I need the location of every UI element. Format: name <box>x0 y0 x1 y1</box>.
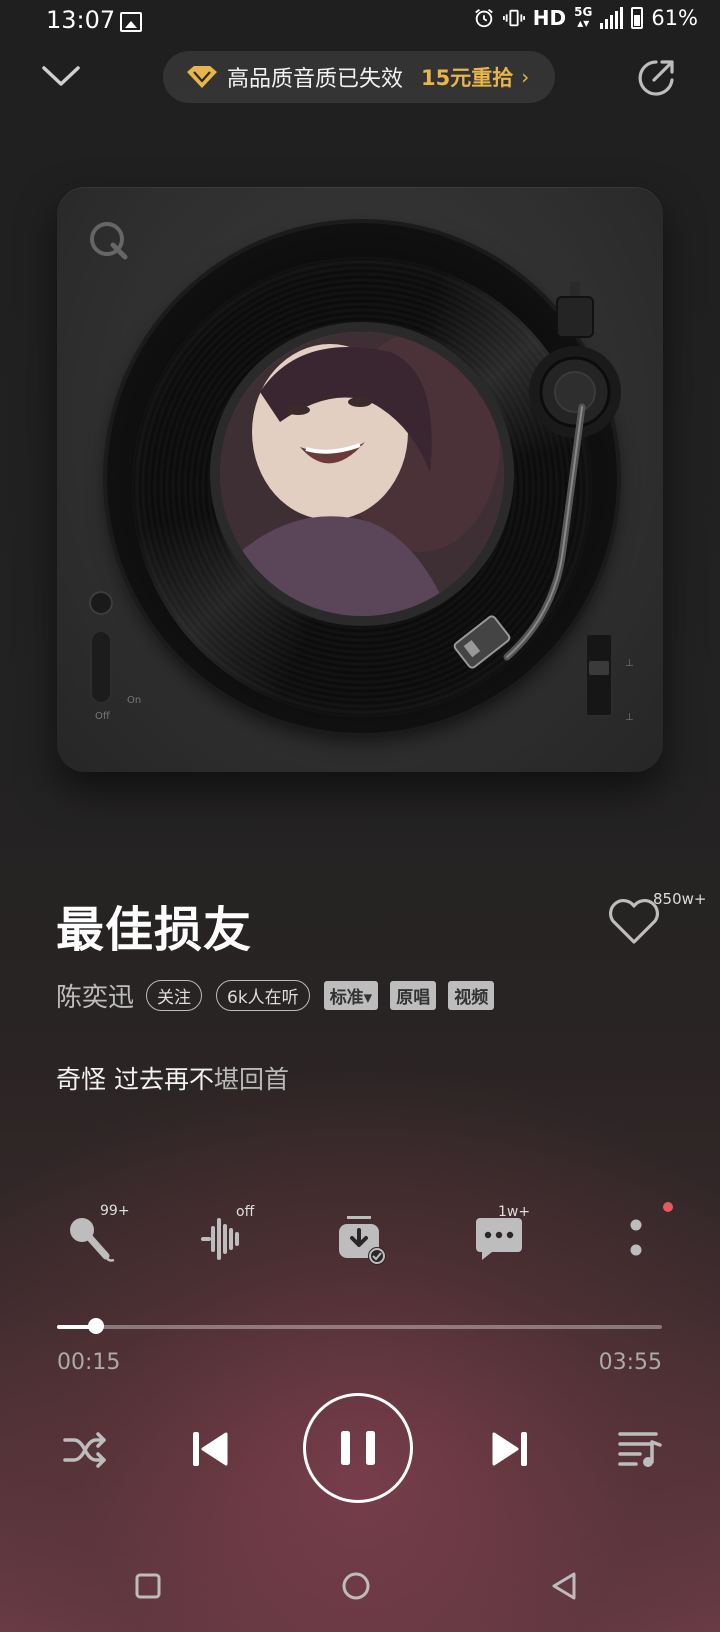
share-icon[interactable] <box>636 56 678 98</box>
like-count: 850w+ <box>653 890 707 908</box>
current-lyric[interactable]: 奇怪 过去再不堪回首 <box>56 1060 289 1096</box>
battery-percent: 61% <box>651 6 698 30</box>
karaoke-badge: 99+ <box>100 1203 130 1219</box>
quality-expired-text: 高品质音质已失效 <box>227 67 404 92</box>
karaoke-mic-icon[interactable] <box>62 1212 116 1266</box>
tonearm <box>453 282 621 669</box>
status-bar: 13:07 HD 5G ▴▾ 61% <box>0 0 720 44</box>
home-icon[interactable] <box>336 1566 376 1606</box>
pause-icon <box>341 1431 375 1465</box>
progress-track[interactable] <box>57 1325 662 1329</box>
artist-row: 陈奕迅 关注 6k人在听 标准▾ 原唱 视频 <box>56 977 506 1014</box>
battery-icon <box>631 7 644 29</box>
song-title: 最佳损友 <box>56 902 253 958</box>
downloaded-icon[interactable] <box>333 1212 387 1266</box>
more-options-icon[interactable] <box>610 1212 664 1266</box>
progress-knob[interactable] <box>88 1318 104 1334</box>
collapse-chevron-down-icon[interactable] <box>40 58 82 94</box>
recent-apps-icon[interactable] <box>128 1566 168 1606</box>
signal-icon <box>600 7 624 29</box>
pause-button[interactable] <box>303 1393 413 1503</box>
comments-icon[interactable] <box>472 1212 526 1266</box>
turntable-power-switch <box>90 630 112 704</box>
sound-effects-icon[interactable] <box>197 1212 251 1266</box>
original-singer-tag[interactable]: 原唱 <box>390 981 437 1010</box>
quality-upgrade-banner[interactable]: 高品质音质已失效 15元重拾 › <box>163 51 555 103</box>
switch-on-label: On <box>127 695 142 706</box>
time-total: 03:55 <box>598 1350 662 1375</box>
sound-effects-badge: off <box>236 1204 255 1220</box>
follow-button[interactable]: 关注 <box>146 980 203 1011</box>
next-track-icon[interactable] <box>490 1428 530 1470</box>
status-time: 13:07 <box>46 6 116 34</box>
listeners-count[interactable]: 6k人在听 <box>216 980 310 1011</box>
playlist-icon[interactable] <box>616 1428 662 1470</box>
lyric-unsung: 堪回首 <box>213 1065 289 1094</box>
turntable-album-art[interactable]: Off On ⊥ ⊥ <box>57 187 663 772</box>
diamond-icon <box>187 66 217 88</box>
shuffle-icon[interactable] <box>62 1430 108 1470</box>
alarm-icon <box>474 9 493 28</box>
switch-off-label: Off <box>95 711 110 722</box>
lyric-sung: 奇怪 过去再不 <box>56 1065 214 1094</box>
quality-offer-link[interactable]: 15元重拾 <box>421 62 513 92</box>
notification-dot <box>663 1202 673 1212</box>
artist-name[interactable]: 陈奕迅 <box>56 977 134 1014</box>
network-hd-label: HD <box>532 6 567 30</box>
vibrate-icon <box>502 9 525 27</box>
turntable-knob <box>89 591 113 615</box>
chevron-right-icon: › <box>521 65 530 89</box>
time-elapsed: 00:15 <box>57 1350 121 1375</box>
turntable-speed-slider <box>585 633 613 717</box>
gallery-notification-icon <box>120 12 142 32</box>
network-type-label: 5G ▴▾ <box>574 5 593 30</box>
speed-marks: ⊥ ⊥ <box>625 658 634 723</box>
quality-selector[interactable]: 标准▾ <box>323 981 379 1010</box>
back-icon[interactable] <box>544 1566 584 1606</box>
comments-badge: 1w+ <box>498 1204 531 1220</box>
video-tag[interactable]: 视频 <box>448 981 495 1010</box>
previous-track-icon[interactable] <box>190 1428 230 1470</box>
qq-music-logo-icon <box>90 222 128 260</box>
status-icons: HD 5G ▴▾ 61% <box>473 6 698 30</box>
